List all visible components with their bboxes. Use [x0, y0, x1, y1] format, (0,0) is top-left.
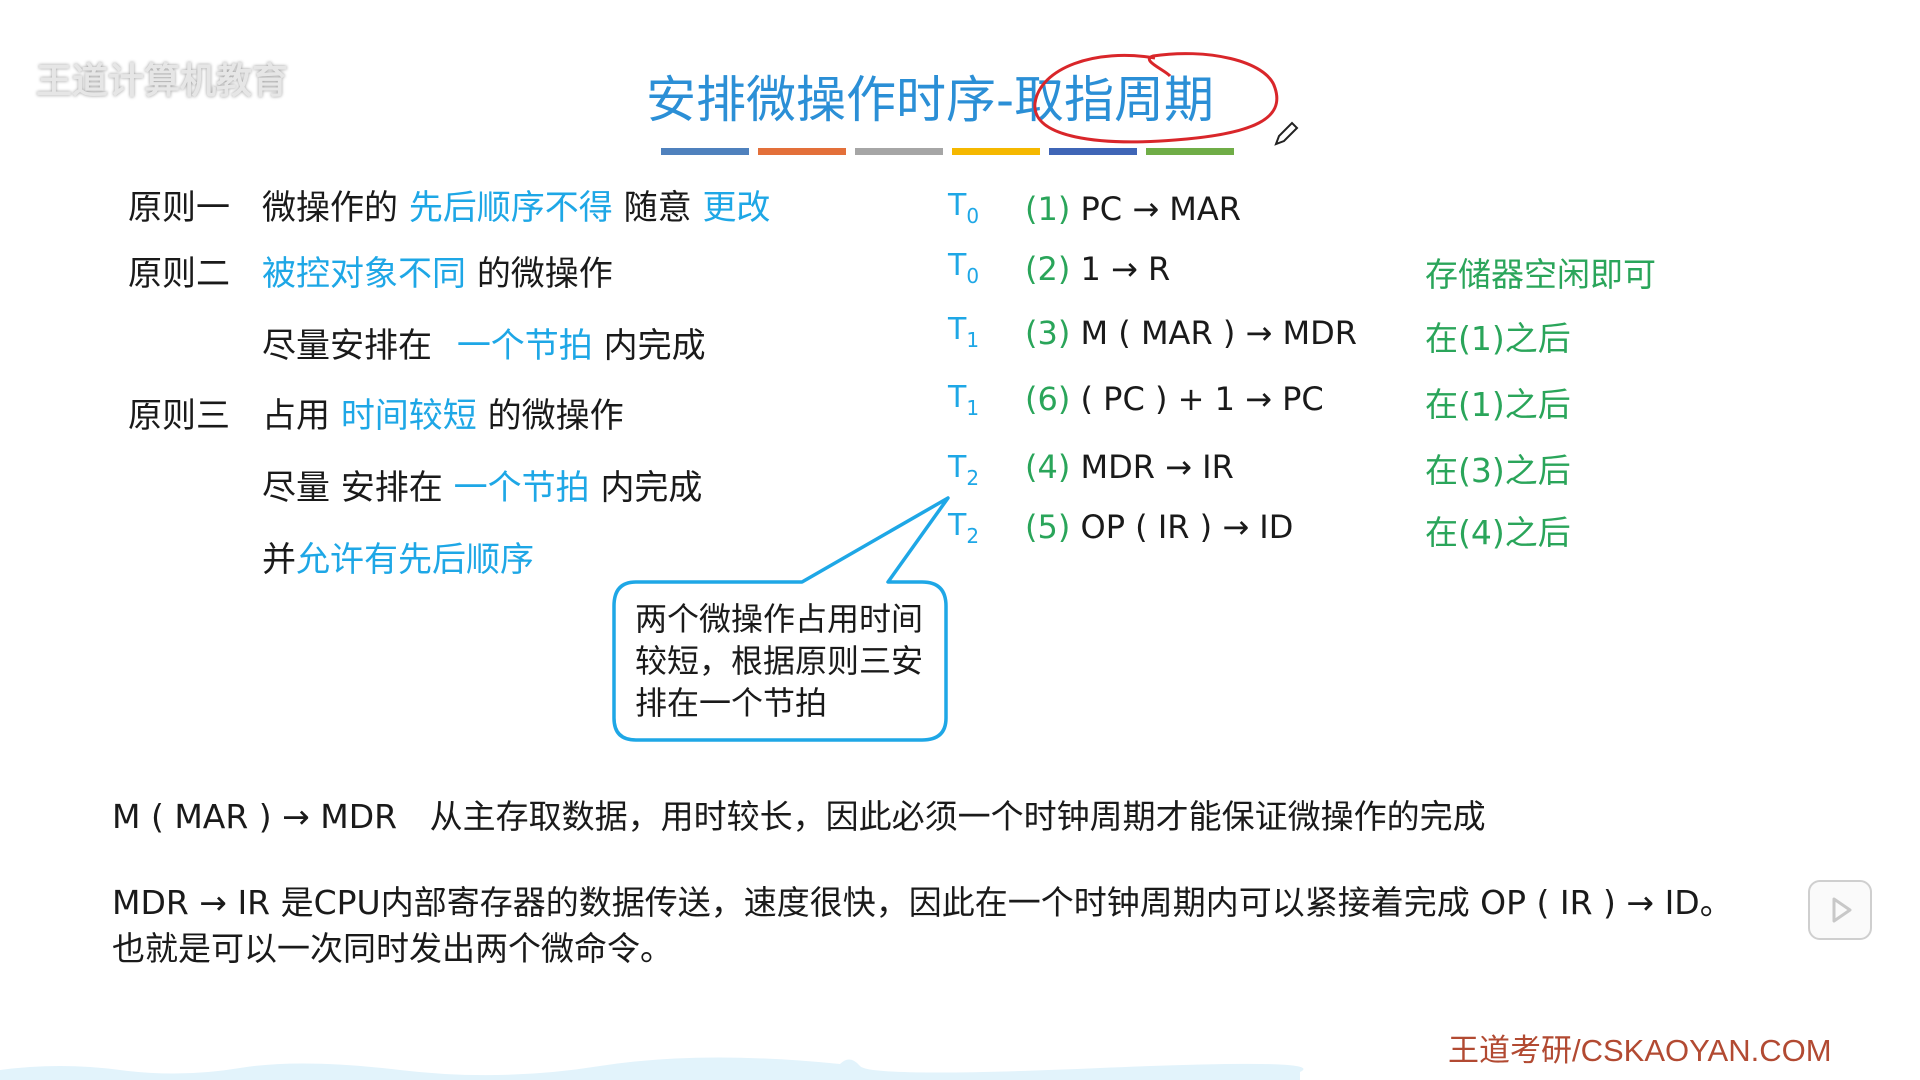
step-6: (5) OP ( IR ) → ID	[1025, 508, 1294, 546]
principle-3-line3: 并允许有先后顺序	[262, 532, 534, 581]
p3-text-e: 一个节拍	[453, 468, 590, 508]
step-5-note: 在(3)之后	[1425, 451, 1571, 490]
step-6-note: 在(4)之后	[1425, 513, 1571, 552]
title-bar-yellow	[952, 148, 1040, 155]
footer-brand: 王道考研/CSKAOYAN.COM	[1448, 1033, 1832, 1068]
step-5-time: T2	[948, 450, 980, 490]
bottom-line-1-right: 从主存取数据，用时较长，因此必须一个时钟周期才能保证微操作的完成	[429, 797, 1486, 836]
step-3-note: 在(1)之后	[1425, 319, 1571, 358]
step-1: (1) PC → MAR	[1025, 190, 1242, 228]
step-5: (4) MDR → IR	[1025, 448, 1234, 486]
p1-text-c: 随意	[623, 188, 692, 228]
p3-text-h: 允许有先后顺序	[296, 540, 534, 580]
slide: 王道计算机教育 安排微操作时序-取指周期 原则一 微操作的 先后顺序不得 随意 …	[0, 0, 1920, 1080]
title-bar-gray	[855, 148, 943, 155]
p2-text-c: 尽量安排在	[262, 326, 432, 366]
p2-text-e: 内完成	[603, 326, 706, 366]
step-3-time: T1	[948, 312, 980, 352]
watermark-logo: 王道计算机教育	[36, 61, 289, 102]
pen-cursor-icon	[1274, 121, 1299, 146]
callout-text: 两个微操作占用时间较短，根据原则三安排在一个节拍	[635, 600, 924, 722]
bottom-line-3: 也就是可以一次同时发出两个微命令。	[112, 929, 673, 968]
play-icon	[1832, 897, 1852, 923]
step-4: (6) ( PC ) + 1 → PC	[1025, 380, 1324, 418]
step-2: (2) 1 → R	[1025, 250, 1171, 288]
bottom-line-1-left: M ( MAR ) → MDR	[112, 797, 398, 836]
principle-2-line2: 尽量安排在 一个节拍 内完成	[262, 318, 706, 367]
step-2-note: 存储器空闲即可	[1425, 255, 1656, 294]
play-button[interactable]	[1808, 880, 1872, 940]
p3-text-d: 尽量 安排在	[262, 468, 443, 508]
step-2-time: T0	[948, 248, 980, 288]
p3-text-b: 时间较短	[340, 396, 477, 436]
principle-3-label: 原则三	[128, 396, 230, 436]
principle-2-label: 原则二	[128, 254, 230, 294]
title-bar-orange	[758, 148, 846, 155]
title-bar-darkblue	[1049, 148, 1137, 155]
p2-text-b: 的微操作	[476, 254, 613, 294]
principle-3-line1: 占用 时间较短 的微操作	[262, 388, 624, 437]
p2-text-a: 被控对象不同	[262, 254, 466, 294]
principle-2-line1: 被控对象不同 的微操作	[262, 246, 613, 295]
title-bar-blue	[661, 148, 749, 155]
p2-text-d: 一个节拍	[456, 326, 593, 366]
bottom-line-1: M ( MAR ) → MDR 从主存取数据，用时较长，因此必须一个时钟周期才能…	[112, 790, 1486, 838]
p1-text-d: 更改	[702, 188, 771, 228]
step-4-note: 在(1)之后	[1425, 385, 1571, 424]
red-annotation-circle	[1033, 52, 1279, 144]
step-1-time: T0	[948, 188, 980, 228]
p3-text-c: 的微操作	[487, 396, 624, 436]
step-3: (3) M ( MAR ) → MDR	[1025, 314, 1357, 352]
title-bar-green	[1146, 148, 1234, 155]
bottom-line-2: MDR → IR 是CPU内部寄存器的数据传送，速度很快，因此在一个时钟周期内可…	[112, 883, 1733, 922]
principle-1-text: 微操作的 先后顺序不得 随意 更改	[262, 180, 770, 229]
p3-text-a: 占用	[262, 396, 330, 436]
p1-text-b: 先后顺序不得	[408, 188, 613, 228]
step-4-time: T1	[948, 380, 980, 420]
p1-text-a: 微操作的	[262, 188, 398, 228]
principle-1-label: 原则一	[128, 188, 230, 228]
p3-text-g: 并	[262, 540, 296, 580]
